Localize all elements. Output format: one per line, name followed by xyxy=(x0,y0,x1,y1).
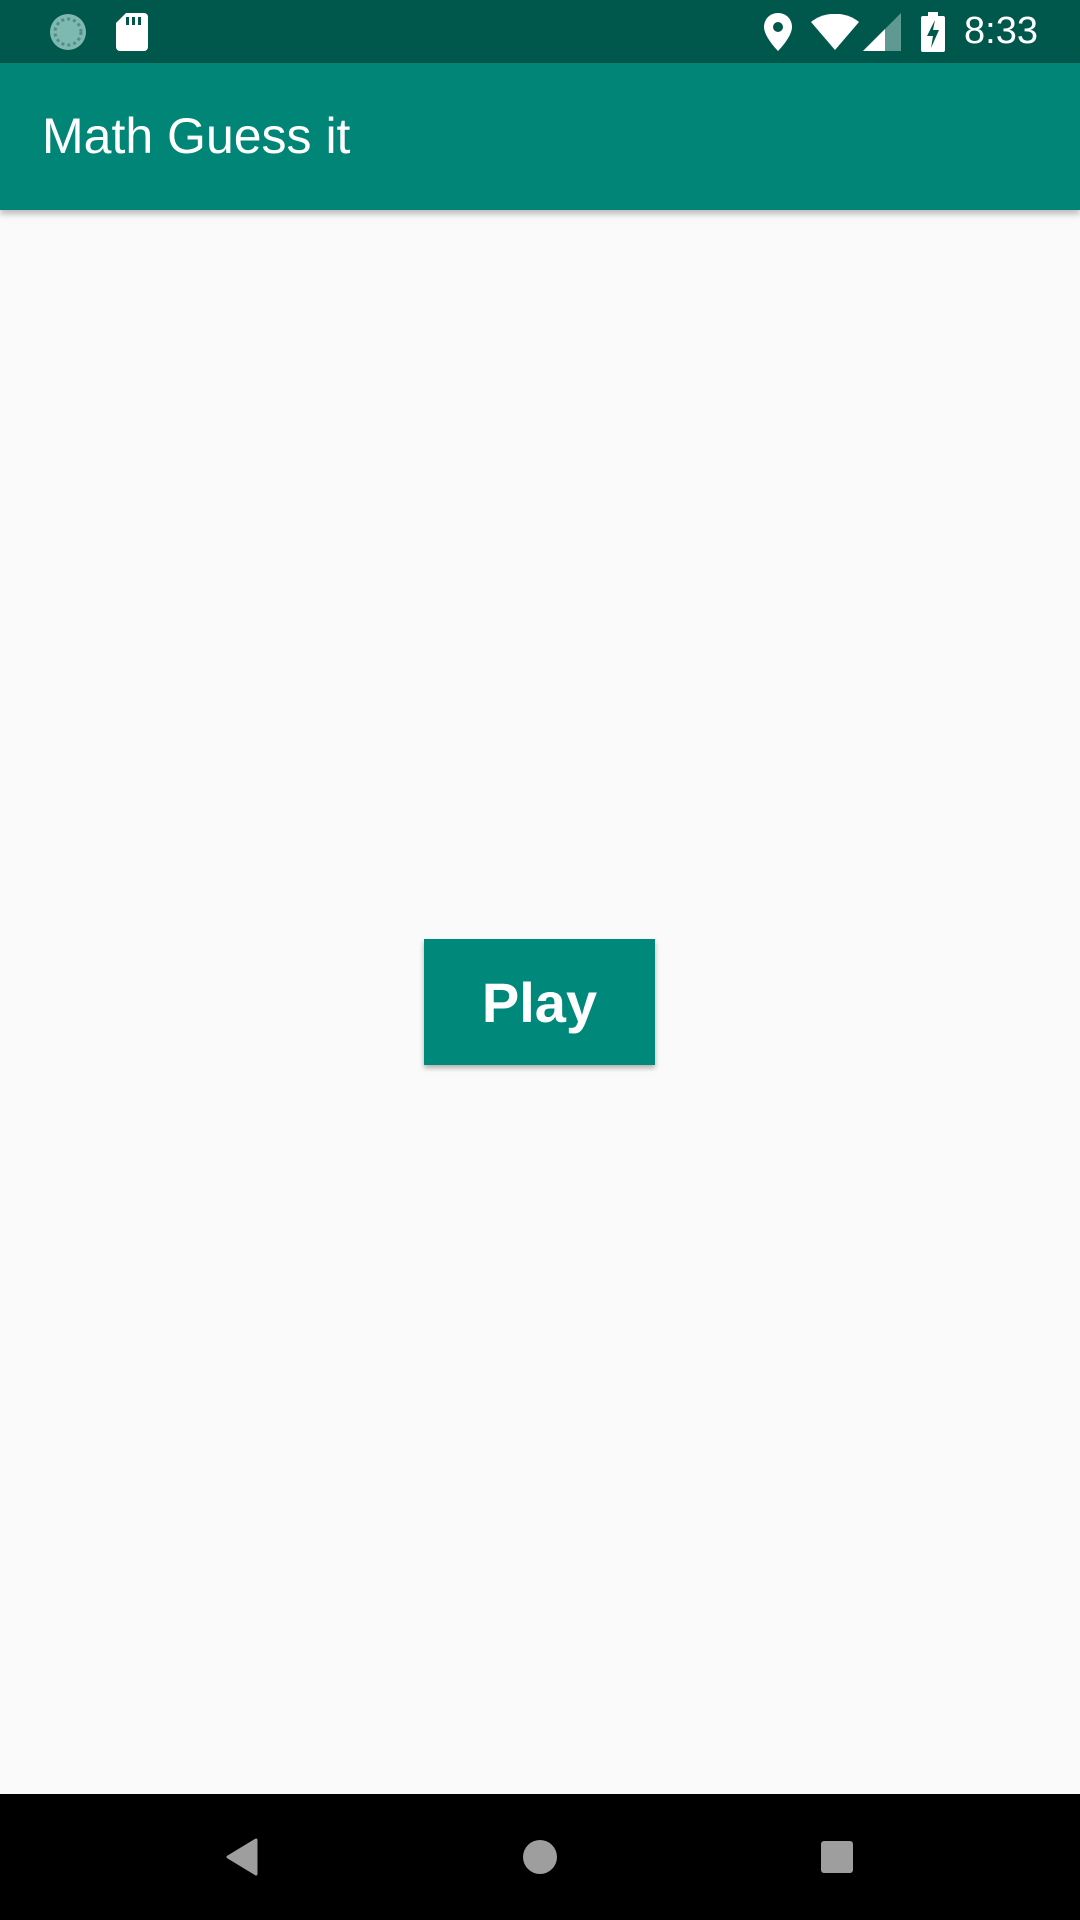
wifi-icon xyxy=(810,0,860,63)
main-content: Play xyxy=(0,210,1080,1794)
status-bar: 8:33 xyxy=(0,0,1080,63)
sd-card-icon xyxy=(114,0,150,63)
status-time: 8:33 xyxy=(964,10,1038,52)
sync-icon xyxy=(46,0,90,63)
app-title: Math Guess it xyxy=(42,108,351,164)
play-button[interactable]: Play xyxy=(424,939,655,1065)
recents-icon[interactable] xyxy=(774,1794,900,1920)
screen: 8:33 Math Guess it Play xyxy=(0,0,1080,1920)
battery-charging-icon xyxy=(918,0,948,63)
app-bar: Math Guess it xyxy=(0,63,1080,210)
back-icon[interactable] xyxy=(178,1794,304,1920)
home-icon[interactable] xyxy=(477,1794,603,1920)
location-icon xyxy=(760,0,796,63)
navigation-bar xyxy=(0,1794,1080,1920)
signal-icon xyxy=(862,0,902,63)
